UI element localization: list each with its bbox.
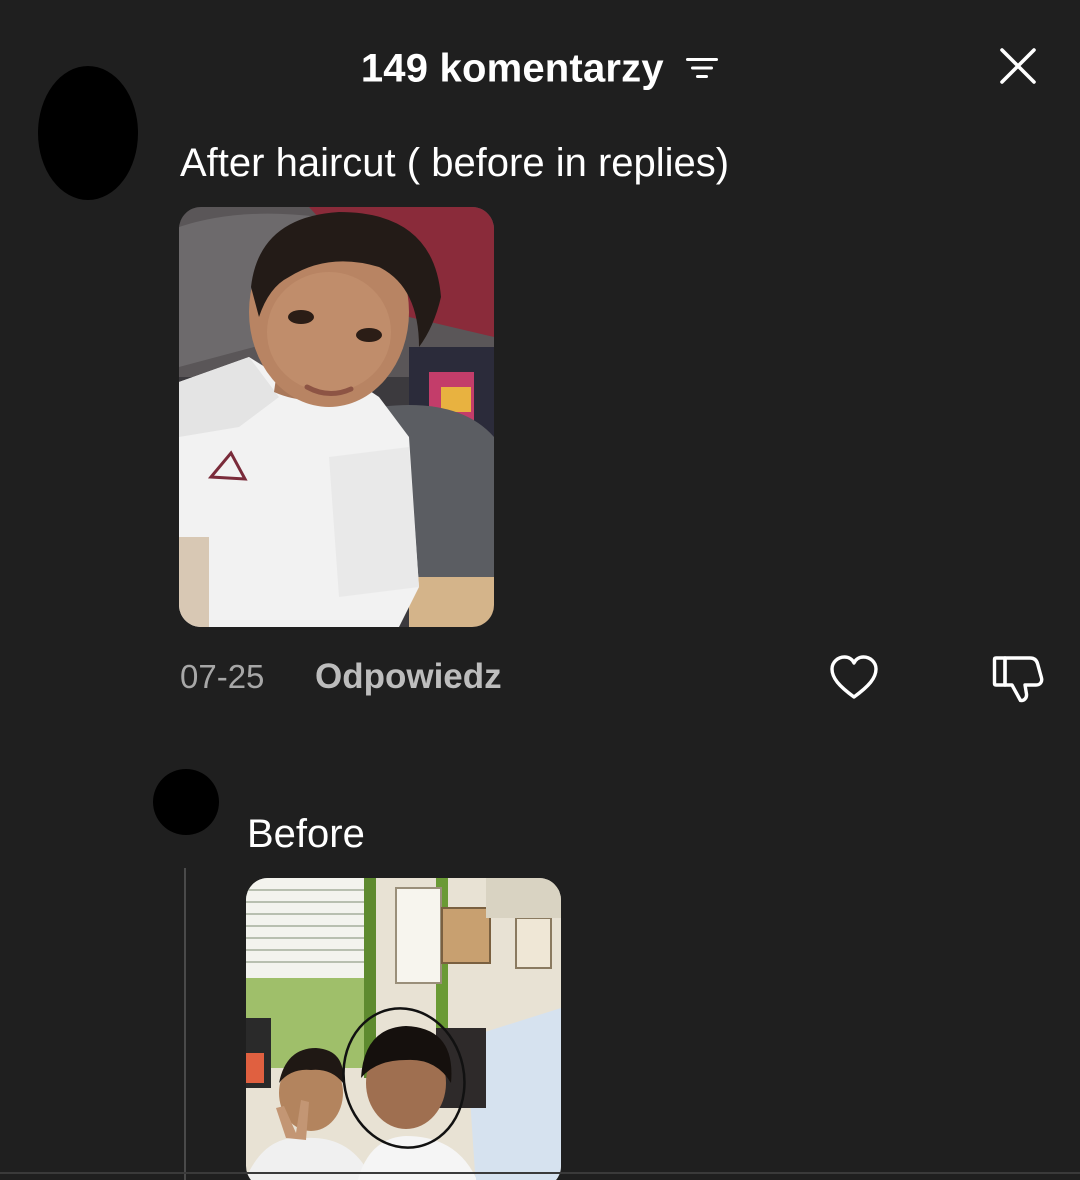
bottom-divider xyxy=(0,1172,1080,1174)
comments-panel: 149 komentarzy After haircut ( before in… xyxy=(0,0,1080,1180)
reply-text: Before xyxy=(247,812,365,856)
reply-photo-image xyxy=(246,878,561,1180)
heart-outline-icon[interactable] xyxy=(829,655,879,701)
comment-photo-image xyxy=(179,207,494,627)
sort-icon[interactable] xyxy=(685,53,719,83)
comment-text: After haircut ( before in replies) xyxy=(180,141,730,185)
comment-count-title: 149 komentarzy xyxy=(360,46,664,91)
commenter-avatar[interactable] xyxy=(38,66,138,200)
reply-photo[interactable] xyxy=(246,878,561,1180)
comments-header-title-row: 149 komentarzy xyxy=(0,38,1080,96)
comment-date: 07-25 xyxy=(180,658,265,695)
close-icon[interactable] xyxy=(998,46,1038,86)
reply-button[interactable]: Odpowiedz xyxy=(315,655,502,699)
comment-photo[interactable] xyxy=(179,207,494,627)
reply-avatar[interactable] xyxy=(153,769,219,835)
comments-header: 149 komentarzy xyxy=(0,0,1080,128)
thumbs-down-outline-icon[interactable] xyxy=(992,654,1044,704)
thread-line xyxy=(184,868,186,1180)
